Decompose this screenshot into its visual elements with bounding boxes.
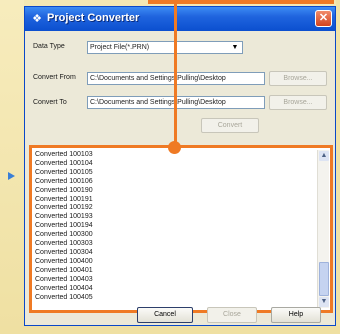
log-line: Converted 100105 bbox=[35, 168, 93, 176]
convert-to-label: Convert To bbox=[33, 99, 67, 106]
help-button[interactable]: Help bbox=[271, 307, 321, 323]
log-line: Converted 100106 bbox=[35, 177, 93, 185]
log-line: Converted 100400 bbox=[35, 257, 93, 265]
log-line: Converted 100192 bbox=[35, 204, 93, 212]
browse-from-button[interactable]: Browse... bbox=[269, 71, 327, 86]
scroll-up-icon[interactable]: ▲ bbox=[319, 151, 329, 161]
log-line: Converted 100403 bbox=[35, 275, 93, 283]
close-window-button[interactable]: ✕ bbox=[315, 10, 332, 27]
log-line: Converted 100304 bbox=[35, 248, 93, 256]
callout-dot bbox=[168, 141, 181, 154]
convert-button[interactable]: Convert bbox=[201, 118, 259, 133]
page-background-left bbox=[0, 0, 24, 334]
log-line: Converted 100104 bbox=[35, 159, 93, 167]
conversion-log-panel: Converted 100103 Converted 100104 Converte… bbox=[29, 145, 333, 313]
convert-from-label: Convert From bbox=[33, 74, 76, 81]
chevron-down-icon[interactable]: ▼ bbox=[229, 42, 241, 53]
log-line: Converted 100193 bbox=[35, 213, 93, 221]
window-title: Project Converter bbox=[47, 12, 140, 24]
log-line: Converted 100303 bbox=[35, 240, 93, 248]
log-scrollbar[interactable]: ▲ ▼ bbox=[317, 150, 329, 308]
callout-connector bbox=[174, 0, 177, 146]
log-line: Converted 100191 bbox=[35, 195, 93, 203]
pointer-arrow-icon bbox=[8, 172, 15, 180]
scroll-thumb[interactable] bbox=[319, 262, 329, 296]
log-line: Converted 100401 bbox=[35, 266, 93, 274]
close-button[interactable]: Close bbox=[207, 307, 257, 323]
page-background-right bbox=[336, 0, 340, 334]
project-converter-window: ❖ Project Converter ✕ Data Type Project … bbox=[24, 6, 336, 326]
page-background-bottom bbox=[0, 326, 340, 334]
conversion-log-list[interactable]: Converted 100103 Converted 100104 Converte… bbox=[35, 151, 317, 307]
title-bar[interactable]: ❖ Project Converter ✕ bbox=[25, 7, 335, 31]
scroll-down-icon[interactable]: ▼ bbox=[319, 297, 329, 307]
log-line: Converted 100194 bbox=[35, 222, 93, 230]
log-line: Converted 100405 bbox=[35, 293, 93, 301]
browse-to-button[interactable]: Browse... bbox=[269, 95, 327, 110]
data-type-select[interactable]: Project File(*.PRN) bbox=[87, 41, 243, 54]
log-line: Converted 100190 bbox=[35, 186, 93, 194]
log-line: Converted 100300 bbox=[35, 231, 93, 239]
log-line: Converted 100404 bbox=[35, 284, 93, 292]
cancel-button[interactable]: Cancel bbox=[137, 307, 193, 323]
project-converter-icon: ❖ bbox=[32, 13, 42, 25]
data-type-label: Data Type bbox=[33, 43, 65, 50]
